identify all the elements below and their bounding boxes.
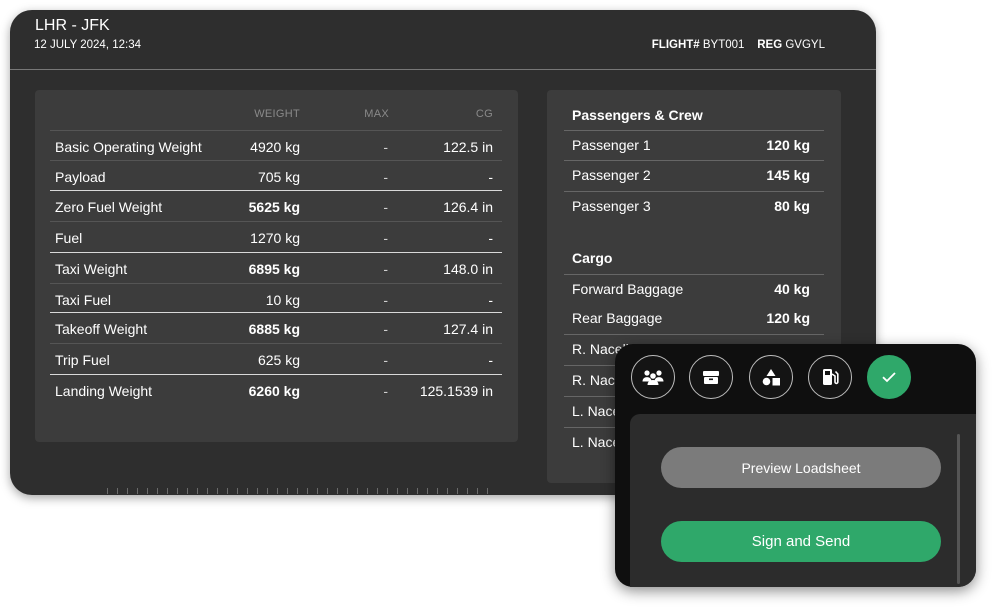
route-title: LHR - JFK (35, 17, 110, 34)
item-label: Rear Baggage (572, 310, 663, 326)
reg-label: REG (757, 39, 783, 51)
row-max: - (383, 383, 388, 399)
col-header-cg: CG (475, 108, 493, 120)
box-icon[interactable] (689, 355, 733, 399)
shapes-icon[interactable] (749, 355, 793, 399)
row-label: Takeoff Weight (55, 321, 148, 337)
row-max: - (383, 199, 388, 215)
action-popup: Preview Loadsheet Sign and Send (615, 344, 976, 587)
row-max: - (383, 169, 388, 185)
table-row: Trip Fuel 625 kg - - (50, 343, 502, 373)
row-cg: 126.4 in (443, 199, 493, 215)
item-value: 120 kg (766, 310, 810, 326)
row-weight: 625 kg (257, 352, 300, 368)
row-max: - (383, 230, 388, 246)
table-row: Landing Weight 6260 kg - 125.1539 in (50, 374, 502, 404)
item-label: L. Nace (572, 434, 621, 450)
row-max: - (383, 139, 388, 155)
row-weight: 1270 kg (250, 230, 300, 246)
row-label: Taxi Fuel (55, 292, 112, 308)
passengers-title: Passengers & Crew (572, 107, 703, 123)
scrollbar[interactable] (957, 434, 960, 584)
row-label: Basic Operating Weight (55, 139, 202, 155)
list-item[interactable]: Passenger 1 120 kg (564, 130, 824, 158)
row-weight: 6885 kg (248, 321, 300, 337)
flight-label: FLIGHT# (651, 39, 700, 51)
row-label: Payload (55, 169, 106, 185)
table-row: Taxi Fuel 10 kg - - (50, 283, 502, 313)
header-divider (10, 69, 876, 70)
popup-actions: Preview Loadsheet Sign and Send (630, 414, 976, 587)
table-row: Taxi Weight 6895 kg - 148.0 in (50, 252, 502, 282)
table-row: Takeoff Weight 6885 kg - 127.4 in (50, 312, 502, 342)
list-item[interactable]: Passenger 2 145 kg (564, 160, 824, 188)
item-value: 120 kg (766, 137, 810, 153)
item-label: Passenger 2 (572, 167, 651, 183)
row-cg: - (488, 292, 493, 308)
row-max: - (383, 261, 388, 277)
row-weight: 6895 kg (248, 261, 300, 277)
sign-and-send-button[interactable]: Sign and Send (661, 521, 941, 562)
tick-ruler (107, 488, 492, 494)
row-cg: 127.4 in (443, 321, 493, 337)
row-label: Trip Fuel (55, 352, 110, 368)
list-item[interactable]: Passenger 3 80 kg (564, 191, 824, 219)
row-label: Fuel (55, 230, 83, 246)
item-label: Forward Baggage (572, 281, 684, 297)
row-cg: - (488, 352, 493, 368)
flight-number: BYT001 (702, 39, 745, 51)
list-item[interactable]: Rear Baggage 120 kg (564, 303, 824, 331)
item-label: L. Nace (572, 403, 621, 419)
row-weight: 10 kg (265, 292, 300, 308)
row-max: - (383, 292, 388, 308)
row-label: Landing Weight (55, 383, 153, 399)
row-cg: - (488, 169, 493, 185)
row-weight: 4920 kg (250, 139, 300, 155)
item-value: 40 kg (774, 281, 810, 297)
row-weight: 705 kg (257, 169, 300, 185)
row-label: Zero Fuel Weight (55, 199, 163, 215)
row-max: - (383, 321, 388, 337)
item-label: Passenger 3 (572, 198, 651, 214)
fuel-icon[interactable] (808, 355, 852, 399)
table-row: Basic Operating Weight 4920 kg - 122.5 i… (50, 130, 502, 160)
flight-info: FLIGHT# BYT001 REG GVGYL (652, 39, 825, 51)
row-max: - (383, 352, 388, 368)
row-cg: - (488, 230, 493, 246)
cargo-title: Cargo (572, 250, 613, 266)
table-row: Zero Fuel Weight 5625 kg - 126.4 in (50, 190, 502, 220)
check-icon[interactable] (867, 355, 911, 399)
item-value: 145 kg (766, 167, 810, 183)
col-header-weight: WEIGHT (254, 108, 300, 120)
table-row: Payload 705 kg - - (50, 160, 502, 190)
item-value: 80 kg (774, 198, 810, 214)
registration: GVGYL (785, 39, 825, 51)
row-cg: 125.1539 in (419, 383, 493, 399)
flight-datetime: 12 JULY 2024, 12:34 (34, 39, 141, 51)
list-item[interactable]: Forward Baggage 40 kg (564, 274, 824, 302)
item-label: Passenger 1 (572, 137, 651, 153)
preview-loadsheet-button[interactable]: Preview Loadsheet (661, 447, 941, 488)
row-weight: 6260 kg (248, 383, 300, 399)
table-row: Fuel 1270 kg - - (50, 221, 502, 251)
row-cg: 122.5 in (443, 139, 493, 155)
people-icon[interactable] (631, 355, 675, 399)
weights-table: WEIGHT MAX CG Basic Operating Weight 492… (35, 90, 518, 442)
col-header-max: MAX (364, 108, 389, 120)
row-weight: 5625 kg (248, 199, 300, 215)
row-label: Taxi Weight (55, 261, 128, 277)
row-cg: 148.0 in (443, 261, 493, 277)
